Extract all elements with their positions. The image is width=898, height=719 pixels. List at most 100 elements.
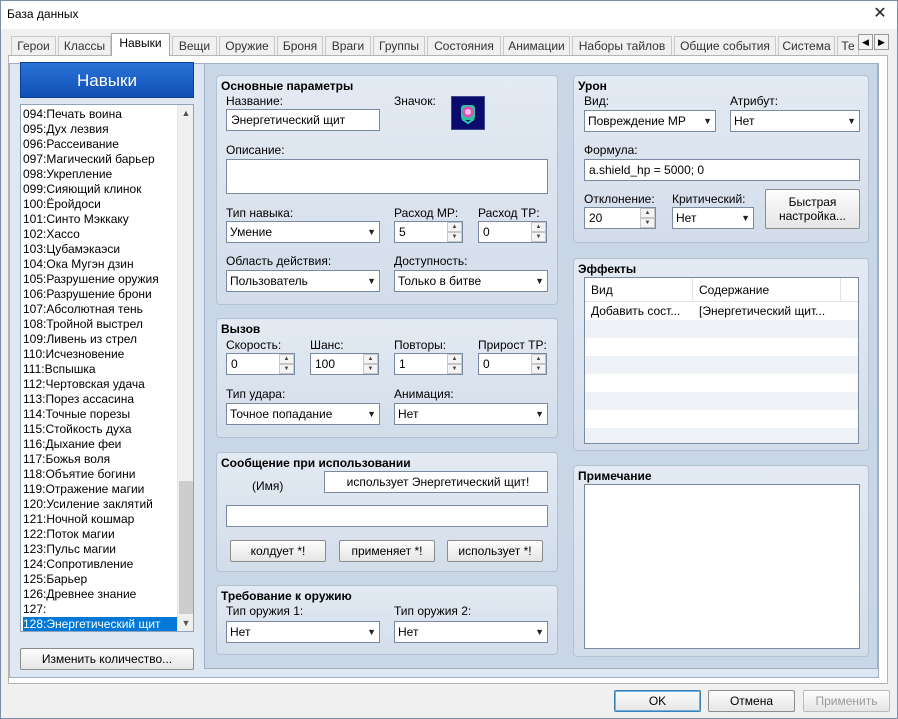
list-item[interactable]: 111:Вспышка [23,362,177,377]
table-row[interactable] [585,374,858,392]
tab-terms[interactable]: Те [837,36,859,55]
list-item[interactable]: 116:Дыхание феи [23,437,177,452]
list-item[interactable]: 098:Укрепление [23,167,177,182]
tab-tilesets[interactable]: Наборы тайлов [572,36,672,55]
list-item[interactable]: 119:Отражение магии [23,482,177,497]
skill-type-select[interactable]: Умение ▼ [226,221,380,243]
tab-states[interactable]: Состояния [427,36,501,55]
weapon-type2-select[interactable]: Нет ▼ [394,621,548,643]
spin-up-icon[interactable]: ▲ [447,222,462,232]
close-icon[interactable]: ✕ [869,4,891,24]
spin-down-icon[interactable]: ▼ [531,232,546,242]
cancel-button[interactable]: Отмена [708,690,795,712]
list-item[interactable]: 127: [23,602,177,617]
spin-down-icon[interactable]: ▼ [640,218,655,228]
list-item[interactable]: 121:Ночной кошмар [23,512,177,527]
table-row[interactable] [585,338,858,356]
message-line1-input[interactable]: использует Энергетический щит! [324,471,548,493]
table-row[interactable] [585,356,858,374]
list-item[interactable]: 101:Синто Мэккаку [23,212,177,227]
ok-button[interactable]: OK [614,690,701,712]
table-row[interactable]: Добавить сост... [Энергетический щит... [585,302,858,320]
list-item[interactable]: 112:Чертовская удача [23,377,177,392]
list-item[interactable]: 095:Дух лезвия [23,122,177,137]
skill-list[interactable]: 094:Печать воина 095:Дух лезвия 096:Рассеи… [20,104,194,632]
tab-scroll-left-icon[interactable]: ◀ [858,34,873,50]
quick-setup-button[interactable]: Быстрая настройка... [765,189,860,229]
spin-up-icon[interactable]: ▲ [363,354,378,364]
table-row[interactable] [585,428,858,443]
list-item[interactable]: 105:Разрушение оружия [23,272,177,287]
repeat-spinner[interactable]: 1 ▲ ▼ [394,353,463,375]
list-item[interactable]: 122:Поток магии [23,527,177,542]
list-item[interactable]: 128:Энергетический щит [22,616,178,631]
list-item[interactable]: 125:Барьер [23,572,177,587]
list-item[interactable]: 115:Стойкость духа [23,422,177,437]
spin-down-icon[interactable]: ▼ [279,364,294,374]
variance-spinner[interactable]: 20 ▲ ▼ [584,207,656,229]
cast-preset-button[interactable]: колдует *! [230,540,326,562]
list-item[interactable]: 113:Порез ассасина [23,392,177,407]
spin-down-icon[interactable]: ▼ [447,232,462,242]
apply-button[interactable]: Применить [803,690,890,712]
list-item[interactable]: 109:Ливень из стрел [23,332,177,347]
tab-troops[interactable]: Группы [373,36,425,55]
change-count-button[interactable]: Изменить количество... [20,648,194,670]
effects-table[interactable]: Вид Содержание Добавить сост... [Энергет… [584,277,859,444]
animation-select[interactable]: Нет ▼ [394,403,548,425]
list-item[interactable]: 114:Точные порезы [23,407,177,422]
tab-animations[interactable]: Анимации [503,36,570,55]
list-item[interactable]: 110:Исчезновение [23,347,177,362]
tab-enemies[interactable]: Враги [325,36,371,55]
table-row[interactable] [585,320,858,338]
scroll-up-icon[interactable]: ▲ [178,105,193,121]
list-item[interactable]: 103:Цубамэкаэси [23,242,177,257]
list-item[interactable]: 108:Тройной выстрел [23,317,177,332]
element-select[interactable]: Нет ▼ [730,110,860,132]
list-item[interactable]: 107:Абсолютная тень [23,302,177,317]
spin-down-icon[interactable]: ▼ [531,364,546,374]
tab-system[interactable]: Система [778,36,835,55]
list-item[interactable]: 099:Сияющий клинок [23,182,177,197]
message-line2-input[interactable] [226,505,548,527]
tab-scroll-right-icon[interactable]: ▶ [874,34,889,50]
list-item[interactable]: 120:Усиление заклятий [23,497,177,512]
apply-preset-button[interactable]: применяет *! [339,540,435,562]
success-spinner[interactable]: 100 ▲ ▼ [310,353,379,375]
list-item[interactable]: 096:Рассеивание [23,137,177,152]
tab-heroes[interactable]: Герои [11,36,56,55]
table-row[interactable] [585,392,858,410]
tab-items[interactable]: Вещи [172,36,217,55]
hit-type-select[interactable]: Точное попадание ▼ [226,403,380,425]
tab-skills[interactable]: Навыки [111,33,170,56]
critical-select[interactable]: Нет ▼ [672,207,754,229]
spin-up-icon[interactable]: ▲ [531,222,546,232]
speed-spinner[interactable]: 0 ▲ ▼ [226,353,295,375]
occasion-select[interactable]: Только в битве ▼ [394,270,548,292]
table-row[interactable] [585,410,858,428]
tab-classes[interactable]: Классы [58,36,111,55]
tab-armors[interactable]: Броня [277,36,323,55]
scroll-thumb[interactable] [179,481,193,614]
spin-down-icon[interactable]: ▼ [363,364,378,374]
spin-up-icon[interactable]: ▲ [531,354,546,364]
scope-select[interactable]: Пользователь ▼ [226,270,380,292]
list-item[interactable]: 126:Древнее знание [23,587,177,602]
scroll-down-icon[interactable]: ▼ [178,615,193,631]
list-scrollbar[interactable]: ▲ ▼ [177,105,193,631]
list-item[interactable]: 106:Разрушение брони [23,287,177,302]
name-input[interactable]: Энергетический щит [226,109,380,131]
spin-up-icon[interactable]: ▲ [447,354,462,364]
spin-up-icon[interactable]: ▲ [640,208,655,218]
list-item[interactable]: 124:Сопротивление [23,557,177,572]
weapon-type1-select[interactable]: Нет ▼ [226,621,380,643]
damage-type-select[interactable]: Повреждение MP ▼ [584,110,716,132]
skill-icon[interactable] [451,96,485,130]
tp-gain-spinner[interactable]: 0 ▲ ▼ [478,353,547,375]
spin-down-icon[interactable]: ▼ [447,364,462,374]
list-item[interactable]: 102:Хассо [23,227,177,242]
list-item[interactable]: 097:Магический барьер [23,152,177,167]
formula-input[interactable]: a.shield_hp = 5000; 0 [584,159,860,181]
mp-cost-spinner[interactable]: 5 ▲ ▼ [394,221,463,243]
tp-cost-spinner[interactable]: 0 ▲ ▼ [478,221,547,243]
